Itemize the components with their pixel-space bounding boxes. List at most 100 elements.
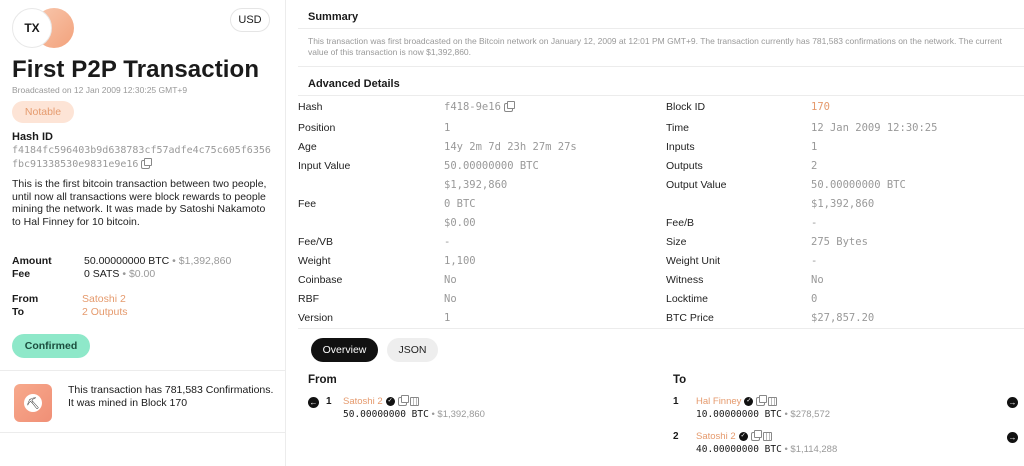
input-address[interactable]: Satoshi 2 ✓: [343, 394, 419, 407]
copy-icon[interactable]: [397, 394, 409, 406]
copy-icon[interactable]: [756, 394, 768, 406]
input-value-btc: 50.00000000 BTC: [444, 160, 539, 172]
output-address[interactable]: Hal Finney ✓: [696, 394, 778, 407]
position-label: Position: [298, 122, 336, 134]
inputs-label: Inputs: [666, 141, 695, 153]
divider: [0, 432, 286, 433]
to-link[interactable]: 2 Outputs: [82, 306, 128, 318]
weight-value: 1,100: [444, 255, 476, 267]
locktime-label: Locktime: [666, 293, 709, 305]
output-btc: 10.00000000 BTC: [696, 409, 782, 420]
mined-info: This transaction has 781,583 Confirmatio…: [68, 384, 274, 409]
to-label: To: [12, 306, 25, 318]
outputs-label: Outputs: [666, 160, 703, 172]
details-icon[interactable]: [409, 396, 419, 406]
output-amount: 40.00000000 BTC • $1,114,288: [696, 444, 837, 455]
locktime-value: 0: [811, 293, 818, 305]
verified-icon: ✓: [385, 396, 395, 406]
amount-label: Amount: [12, 255, 52, 267]
summary-title: Summary: [308, 11, 359, 23]
tab-json[interactable]: JSON: [387, 338, 438, 362]
verified-icon: ✓: [744, 396, 754, 406]
hash-id-value[interactable]: f4184fc596403b9d638783cf57adfe4c75c605f6…: [12, 144, 276, 172]
amount-value: 50.00000000 BTC • $1,392,860: [84, 255, 231, 267]
hash-short-value[interactable]: f418-9e16: [444, 100, 515, 113]
separator-dot: •: [784, 444, 788, 455]
separator-dot: •: [172, 255, 176, 267]
position-value: 1: [444, 122, 451, 134]
input-usd: $1,392,860: [437, 409, 485, 420]
divider: [0, 370, 286, 371]
output-index: 2: [673, 431, 679, 442]
fee-label: Fee: [12, 268, 31, 280]
input-amount: 50.00000000 BTC • $1,392,860: [343, 409, 485, 420]
notable-badge: Notable: [12, 101, 74, 123]
to-heading: To: [673, 374, 687, 386]
copy-icon[interactable]: [750, 429, 762, 441]
inputs-value: 1: [811, 141, 818, 153]
fee-sats: 0 SATS: [84, 268, 120, 280]
input-name[interactable]: Satoshi 2: [343, 396, 383, 407]
weight-unit-label: Weight Unit: [666, 255, 721, 267]
fee-usd: $0.00: [128, 268, 156, 280]
input-index: 1: [326, 396, 332, 407]
fee-value: 0 SATS • $0.00: [84, 268, 155, 280]
coinbase-value: No: [444, 274, 457, 286]
block-id-link[interactable]: 170: [811, 101, 830, 113]
fee-detail-btc: 0 BTC: [444, 198, 476, 210]
size-value: 275 Bytes: [811, 236, 868, 248]
separator-dot: •: [122, 268, 127, 280]
age-value: 14y 2m 7d 23h 27m 27s: [444, 141, 577, 153]
separator-dot: •: [784, 409, 788, 420]
fee-vb-value: -: [444, 236, 451, 248]
arrow-right-icon[interactable]: →: [1007, 397, 1018, 408]
fee-vb-label: Fee/VB: [298, 236, 334, 248]
copy-icon[interactable]: [503, 100, 515, 112]
input-btc: 50.00000000 BTC: [343, 409, 429, 420]
output-value-usd: $1,392,860: [811, 198, 875, 210]
output-name[interactable]: Satoshi 2: [696, 431, 736, 442]
output-name[interactable]: Hal Finney: [696, 396, 741, 407]
fee-detail-label: Fee: [298, 198, 317, 210]
hash-label: Hash: [298, 101, 323, 113]
from-link[interactable]: Satoshi 2: [82, 293, 126, 305]
broadcast-date: Broadcasted on 12 Jan 2009 12:30:25 GMT+…: [12, 85, 188, 95]
arrow-left-icon[interactable]: ←: [308, 397, 319, 408]
page-title: First P2P Transaction: [12, 56, 260, 83]
tx-badge: TX: [12, 8, 52, 48]
btc-price-value: $27,857.20: [811, 312, 875, 324]
copy-icon[interactable]: [141, 157, 153, 169]
time-value: 12 Jan 2009 12:30:25: [811, 122, 938, 134]
arrow-right-icon[interactable]: →: [1007, 432, 1018, 443]
from-label: From: [12, 293, 39, 305]
pickaxe-icon: ⛏: [14, 384, 52, 422]
summary-text: This transaction was first broadcasted o…: [308, 36, 1002, 57]
transaction-sidebar: TX USD First P2P Transaction Broadcasted…: [0, 0, 286, 466]
hash-short-text: f418-9e16: [444, 101, 501, 113]
currency-toggle-button[interactable]: USD: [230, 8, 270, 32]
weight-label: Weight: [298, 255, 331, 267]
details-icon[interactable]: [762, 431, 772, 441]
input-value-usd: $1,392,860: [444, 179, 508, 191]
input-value-label: Input Value: [298, 160, 351, 172]
verified-icon: ✓: [738, 431, 748, 441]
block-id-label: Block ID: [666, 101, 706, 113]
separator-dot: •: [431, 409, 435, 420]
amount-btc: 50.00000000 BTC: [84, 255, 170, 267]
tab-overview[interactable]: Overview: [311, 338, 378, 362]
version-label: Version: [298, 312, 334, 324]
confirmed-status-badge: Confirmed: [12, 334, 90, 358]
transaction-description: This is the first bitcoin transaction be…: [12, 178, 267, 228]
time-label: Time: [666, 122, 689, 134]
amount-usd: $1,392,860: [178, 255, 232, 267]
divider: [298, 28, 1024, 29]
output-address[interactable]: Satoshi 2 ✓: [696, 429, 772, 442]
divider: [298, 328, 1024, 329]
output-usd: $1,114,288: [790, 444, 838, 455]
output-value-btc: 50.00000000 BTC: [811, 179, 906, 191]
details-icon[interactable]: [768, 396, 778, 406]
version-value: 1: [444, 312, 451, 324]
divider: [298, 95, 1024, 96]
output-amount: 10.00000000 BTC • $278,572: [696, 409, 830, 420]
rbf-label: RBF: [298, 293, 319, 305]
